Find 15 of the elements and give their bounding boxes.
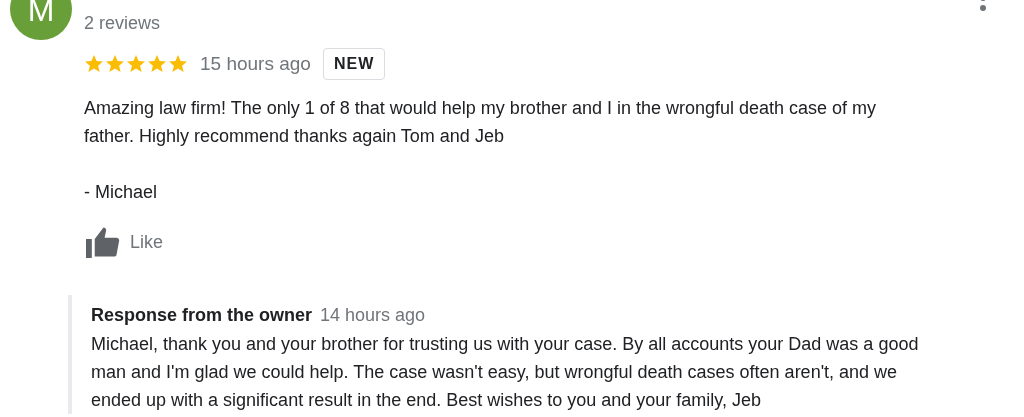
star-icon bbox=[105, 54, 125, 74]
review-count: 2 reviews bbox=[84, 12, 161, 34]
star-icon bbox=[126, 54, 146, 74]
new-badge: NEW bbox=[322, 48, 386, 80]
response-time: 14 hours ago bbox=[320, 305, 426, 326]
response-title: Response from the owner bbox=[91, 305, 313, 326]
review-text: Amazing law firm! The only 1 of 8 that would help my brother and I in the wrongful death case of my father. Highly recommend thanks again Tom and Jeb - Michael bbox=[84, 97, 878, 204]
star-icon bbox=[147, 54, 167, 74]
thumbs-up-icon bbox=[84, 226, 120, 258]
more-options-icon[interactable] bbox=[979, 0, 987, 14]
like-button[interactable]: Like bbox=[84, 226, 164, 258]
star-icon bbox=[84, 54, 104, 74]
review-time: 15 hours ago bbox=[200, 53, 311, 75]
star-icon bbox=[168, 54, 188, 74]
response-text: Michael, thank you and your brother for trusting us with your case. By all accounts your Dad was a good man and I'm glad we could help. The case wasn't easy, but wrongful death cases often aren't, and we ended up with a significant result in the end. Best wishes to you and your family, Jeb bbox=[91, 333, 920, 412]
